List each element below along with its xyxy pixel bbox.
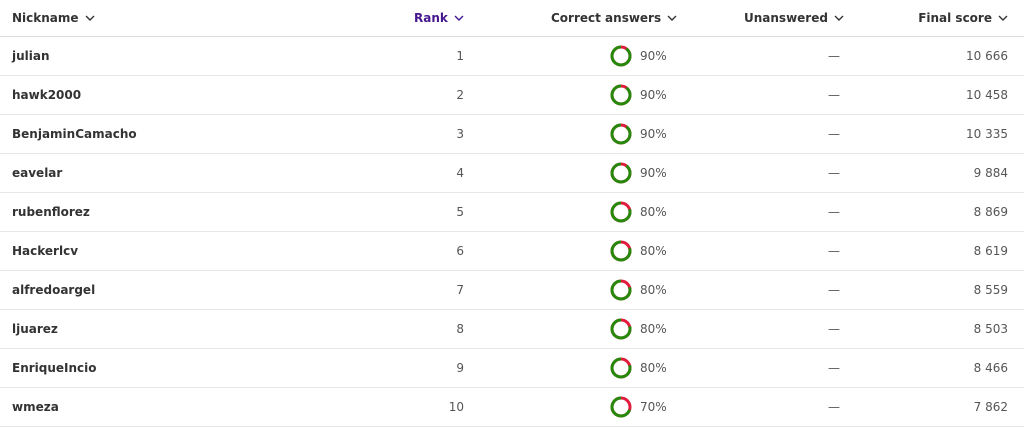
unanswered-cell: — <box>828 127 840 141</box>
unanswered-cell: — <box>828 88 840 102</box>
nickname-cell: ljuarez <box>12 322 58 336</box>
rank-cell: 1 <box>456 49 464 63</box>
correct-answers-donut-icon <box>610 357 632 379</box>
nickname-cell: BenjaminCamacho <box>12 127 137 141</box>
correct-answers-cell: 90% <box>640 88 667 102</box>
table-row[interactable]: eavelar 4 90% — 9 884 <box>0 154 1024 193</box>
correct-answers-cell: 90% <box>640 166 667 180</box>
nickname-header-label: Nickname <box>12 11 79 25</box>
unanswered-cell: — <box>828 400 840 414</box>
nickname-cell: alfredoargel <box>12 283 96 297</box>
final-score-header-label: Final score <box>918 11 992 25</box>
final-score-cell: 8 559 <box>973 283 1008 297</box>
chevron-down-icon <box>998 13 1008 23</box>
chevron-down-icon <box>85 13 95 23</box>
correct-answers-cell: 80% <box>640 205 667 219</box>
chevron-down-icon <box>667 13 677 23</box>
correct-answers-header-label: Correct answers <box>551 11 662 25</box>
sort-final-score-button[interactable]: Final score <box>858 0 1008 36</box>
sort-correct-answers-button[interactable]: Correct answers <box>551 0 681 36</box>
final-score-cell: 8 619 <box>973 244 1008 258</box>
rank-cell: 3 <box>456 127 464 141</box>
unanswered-cell: — <box>828 361 840 375</box>
final-score-cell: 7 862 <box>973 400 1008 414</box>
table-row[interactable]: alfredoargel 7 80% — 8 559 <box>0 271 1024 310</box>
correct-answers-donut-icon <box>610 45 632 67</box>
correct-answers-donut-icon <box>610 318 632 340</box>
rank-cell: 8 <box>456 322 464 336</box>
chevron-down-icon <box>834 13 844 23</box>
correct-answers-donut-icon <box>610 240 632 262</box>
unanswered-header-label: Unanswered <box>744 11 828 25</box>
table-row[interactable]: rubenflorez 5 80% — 8 869 <box>0 193 1024 232</box>
correct-answers-cell: 80% <box>640 322 667 336</box>
correct-answers-cell: 70% <box>640 400 667 414</box>
correct-answers-cell: 90% <box>640 127 667 141</box>
correct-answers-donut-icon <box>610 123 632 145</box>
correct-answers-cell: 80% <box>640 283 667 297</box>
correct-answers-donut-icon <box>610 201 632 223</box>
sort-unanswered-button[interactable]: Unanswered <box>744 0 864 36</box>
nickname-cell: eavelar <box>12 166 63 180</box>
table-row[interactable]: BenjaminCamacho 3 90% — 10 335 <box>0 115 1024 154</box>
rank-cell: 4 <box>456 166 464 180</box>
table-row[interactable]: hawk2000 2 90% — 10 458 <box>0 76 1024 115</box>
unanswered-cell: — <box>828 166 840 180</box>
unanswered-cell: — <box>828 49 840 63</box>
final-score-cell: 9 884 <box>973 166 1008 180</box>
table-row[interactable]: EnriqueIncio 9 80% — 8 466 <box>0 349 1024 388</box>
rank-cell: 6 <box>456 244 464 258</box>
rank-cell: 5 <box>456 205 464 219</box>
correct-answers-donut-icon <box>610 279 632 301</box>
correct-answers-donut-icon <box>610 84 632 106</box>
final-score-cell: 10 666 <box>966 49 1008 63</box>
table-body: julian 1 90% — 10 666 hawk2000 2 90% — 1… <box>0 37 1024 427</box>
unanswered-cell: — <box>828 322 840 336</box>
final-score-cell: 8 503 <box>973 322 1008 336</box>
nickname-cell: Hackerlcv <box>12 244 79 258</box>
nickname-cell: hawk2000 <box>12 88 82 102</box>
final-score-cell: 8 466 <box>973 361 1008 375</box>
rank-cell: 7 <box>456 283 464 297</box>
results-table: Nickname Rank Correct answers Unanswered… <box>0 0 1024 427</box>
chevron-down-icon <box>454 13 464 23</box>
nickname-cell: EnriqueIncio <box>12 361 97 375</box>
table-row[interactable]: julian 1 90% — 10 666 <box>0 37 1024 76</box>
nickname-cell: wmeza <box>12 400 59 414</box>
sort-rank-button[interactable]: Rank <box>414 0 464 36</box>
final-score-cell: 8 869 <box>973 205 1008 219</box>
table-row[interactable]: wmeza 10 70% — 7 862 <box>0 388 1024 427</box>
table-row[interactable]: Hackerlcv 6 80% — 8 619 <box>0 232 1024 271</box>
table-header: Nickname Rank Correct answers Unanswered… <box>0 0 1024 37</box>
correct-answers-cell: 90% <box>640 49 667 63</box>
unanswered-cell: — <box>828 205 840 219</box>
final-score-cell: 10 458 <box>966 88 1008 102</box>
correct-answers-donut-icon <box>610 162 632 184</box>
nickname-cell: julian <box>12 49 50 63</box>
rank-cell: 2 <box>456 88 464 102</box>
correct-answers-donut-icon <box>610 396 632 418</box>
final-score-cell: 10 335 <box>966 127 1008 141</box>
correct-answers-cell: 80% <box>640 244 667 258</box>
unanswered-cell: — <box>828 283 840 297</box>
correct-answers-cell: 80% <box>640 361 667 375</box>
nickname-cell: rubenflorez <box>12 205 90 219</box>
rank-cell: 10 <box>448 400 464 414</box>
sort-nickname-button[interactable]: Nickname <box>12 0 312 36</box>
table-row[interactable]: ljuarez 8 80% — 8 503 <box>0 310 1024 349</box>
unanswered-cell: — <box>828 244 840 258</box>
rank-cell: 9 <box>456 361 464 375</box>
rank-header-label: Rank <box>414 11 448 25</box>
